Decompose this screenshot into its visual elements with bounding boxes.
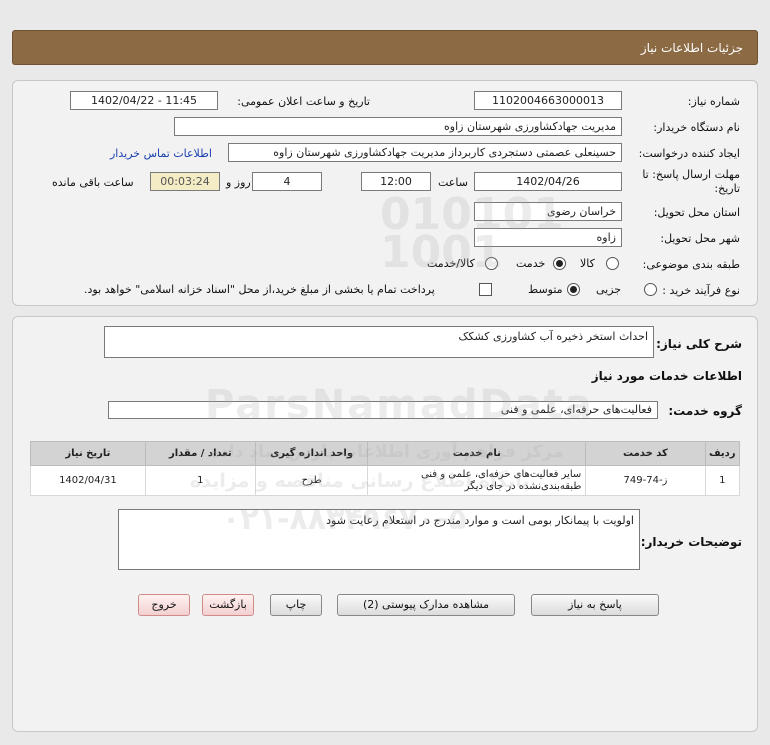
category-option-goods: کالا — [580, 257, 595, 270]
process-option-medium: متوسط — [528, 283, 563, 296]
page-header: جزئیات اطلاعات نیاز — [12, 30, 758, 65]
need-number-label: شماره نیاز: — [687, 95, 740, 108]
need-number-field: 1102004663000013 — [474, 91, 622, 110]
cell-unit: طرح — [254, 465, 369, 496]
province-field: خراسان رضوی — [474, 202, 622, 221]
purchase-process-label: نوع فرآیند خرید : — [662, 284, 740, 297]
print-button[interactable]: چاپ — [270, 594, 322, 616]
process-option-minor: جزیی — [596, 283, 622, 296]
category-radio-service[interactable] — [553, 257, 566, 270]
province-label: استان محل تحویل: — [653, 206, 740, 219]
category-radio-goods-service[interactable] — [485, 257, 498, 270]
treasury-payment-checkbox[interactable] — [479, 283, 492, 296]
process-radio-medium[interactable] — [567, 283, 580, 296]
process-radio-minor[interactable] — [644, 283, 657, 296]
col-service-name: نام خدمت — [367, 441, 587, 466]
col-need-date: تاریخ نیاز — [30, 441, 146, 466]
category-option-service: خدمت — [516, 257, 546, 270]
announce-datetime-label: تاریخ و ساعت اعلان عمومی: — [237, 95, 370, 108]
buyer-notes-field: اولویت با پیمانکار بومی است و موارد مندر… — [118, 509, 640, 570]
city-label: شهر محل تحویل: — [660, 232, 740, 245]
remaining-time-label: ساعت باقی مانده — [52, 176, 134, 189]
cell-service-code: ز-74-749 — [585, 465, 706, 496]
deadline-label-date: تاریخ: — [714, 182, 740, 195]
creator-field: حسینعلی عصمتی دستجردی کاربرداز مدیریت جه… — [228, 143, 622, 162]
general-desc-field: احداث استخر ذخیره آب کشاورزی کشکک — [104, 326, 654, 358]
services-section-title: اطلاعات خدمات مورد نیاز — [591, 369, 742, 383]
general-desc-label: شرح کلی نیاز: — [656, 337, 742, 351]
col-service-code: کد خدمت — [585, 441, 706, 466]
cell-row-number: 1 — [704, 465, 741, 496]
category-label: طبقه بندی موضوعی: — [642, 258, 740, 271]
need-info-panel — [12, 80, 758, 306]
col-row-number: ردیف — [704, 441, 741, 466]
city-field: زاوه — [474, 228, 622, 247]
cell-service-name: سایر فعالیت‌های حرفه‌ای، علمی و فنی طبقه… — [367, 465, 587, 496]
category-option-goods-service: کالا/خدمت — [427, 257, 475, 270]
cell-need-date: 1402/04/31 — [30, 465, 146, 496]
back-button[interactable]: بازگشت — [202, 594, 254, 616]
days-remaining-field: 4 — [252, 172, 322, 191]
buyer-org-field: مدیریت جهادکشاورزی شهرستان زاوه — [174, 117, 622, 136]
treasury-payment-note: پرداخت تمام یا بخشی از مبلغ خرید،از محل … — [84, 283, 435, 296]
buyer-org-label: نام دستگاه خریدار: — [653, 121, 740, 134]
announce-datetime-field: 1402/04/22 - 11:45 — [70, 91, 218, 110]
deadline-time-label: ساعت — [438, 176, 468, 189]
exit-button[interactable]: خروج — [138, 594, 190, 616]
reply-button[interactable]: پاسخ به نیاز — [531, 594, 659, 616]
deadline-label: مهلت ارسال پاسخ: تا — [642, 168, 740, 181]
service-group-label: گروه خدمت: — [668, 404, 742, 418]
page-title: جزئیات اطلاعات نیاز — [640, 41, 743, 55]
buyer-notes-label: توضیحات خریدار: — [640, 535, 742, 549]
category-radio-goods[interactable] — [606, 257, 619, 270]
col-quantity: تعداد / مقدار — [144, 441, 256, 466]
buyer-contact-link[interactable]: اطلاعات تماس خریدار — [110, 147, 212, 160]
table-row: 1 ز-74-749 سایر فعالیت‌های حرفه‌ای، علمی… — [30, 465, 741, 496]
service-group-field: فعالیت‌های حرفه‌ای، علمی و فنی — [108, 401, 658, 419]
cell-quantity: 1 — [144, 465, 256, 496]
services-table-header: ردیف کد خدمت نام خدمت واحد اندازه گیری ت… — [30, 441, 741, 466]
deadline-date-field: 1402/04/26 — [474, 172, 622, 191]
services-table: ردیف کد خدمت نام خدمت واحد اندازه گیری ت… — [30, 441, 741, 496]
days-label: روز و — [226, 176, 251, 189]
col-unit: واحد اندازه گیری — [254, 441, 369, 466]
creator-label: ایجاد کننده درخواست: — [638, 147, 740, 160]
view-documents-button[interactable]: مشاهده مدارک پیوستی (2) — [337, 594, 515, 616]
deadline-time-field: 12:00 — [361, 172, 431, 191]
remaining-time-field: 00:03:24 — [150, 172, 220, 191]
